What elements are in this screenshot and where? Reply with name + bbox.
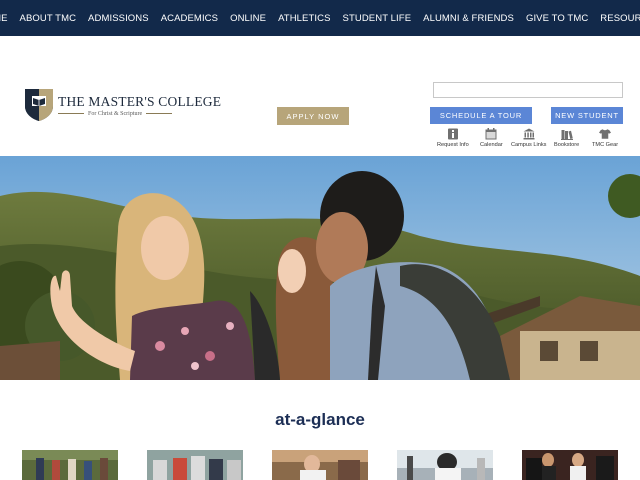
shirt-icon	[599, 128, 612, 140]
logo-rule-left	[58, 113, 84, 114]
quick-links: Request Info Calendar Campus Links Books…	[0, 128, 640, 152]
nav-resources[interactable]: RESOURCES	[594, 13, 640, 24]
logo-tagline: For Christ & Scripture	[88, 110, 143, 117]
quicklink-label: Request Info	[437, 142, 469, 148]
nav-athletics[interactable]: ATHLETICS	[272, 13, 336, 24]
main-nav: HOME ABOUT TMC ADMISSIONS ACADEMICS ONLI…	[0, 0, 640, 36]
search-input[interactable]	[433, 82, 623, 98]
books-icon	[560, 128, 573, 140]
quicklink-label: Campus Links	[511, 142, 547, 148]
glance-card-5[interactable]	[522, 450, 618, 480]
shield-icon	[25, 89, 53, 121]
glance-photo	[22, 450, 118, 480]
quicklink-label: Calendar	[480, 142, 503, 148]
glance-card-3[interactable]	[272, 450, 368, 480]
nav-online[interactable]: ONLINE	[224, 13, 272, 24]
glance-card-4[interactable]	[397, 450, 493, 480]
hero-image	[0, 156, 640, 380]
apply-now-button[interactable]: APPLY NOW	[277, 107, 349, 125]
new-student-button[interactable]: NEW STUDENT	[551, 107, 623, 124]
nav-academics[interactable]: ACADEMICS	[155, 13, 224, 24]
section-title: at-a-glance	[275, 410, 365, 429]
calendar-icon	[485, 128, 497, 140]
hero-students-photo	[0, 156, 640, 380]
quicklink-request-info[interactable]: Request Info	[437, 128, 469, 148]
schedule-tour-button[interactable]: SCHEDULE A TOUR	[430, 107, 532, 124]
logo-title: THE MASTER'S COLLEGE	[58, 93, 222, 109]
nav-about[interactable]: ABOUT TMC	[14, 13, 83, 24]
glance-card-1[interactable]	[22, 450, 118, 480]
nav-student-life[interactable]: STUDENT LIFE	[337, 13, 418, 24]
quicklink-tmc-gear[interactable]: TMC Gear	[592, 128, 618, 148]
glance-photo	[272, 450, 368, 480]
quicklink-bookstore[interactable]: Bookstore	[554, 128, 579, 148]
nav-alumni[interactable]: ALUMNI & FRIENDS	[417, 13, 520, 24]
info-icon	[447, 128, 459, 140]
nav-admissions[interactable]: ADMISSIONS	[82, 13, 155, 24]
glance-thumbnails	[0, 450, 640, 480]
glance-card-2[interactable]	[147, 450, 243, 480]
site-header: THE MASTER'S COLLEGE For Christ & Script…	[0, 36, 640, 156]
nav-home[interactable]: HOME	[0, 13, 14, 24]
building-icon	[523, 128, 535, 140]
quicklink-calendar[interactable]: Calendar	[480, 128, 503, 148]
glance-photo	[522, 450, 618, 480]
quicklink-campus-links[interactable]: Campus Links	[511, 128, 546, 148]
nav-give[interactable]: GIVE TO TMC	[520, 13, 594, 24]
college-logo[interactable]: THE MASTER'S COLLEGE For Christ & Script…	[24, 88, 221, 122]
glance-photo	[147, 450, 243, 480]
glance-photo	[397, 450, 493, 480]
logo-rule-right	[146, 113, 173, 114]
quicklink-label: TMC Gear	[592, 142, 619, 148]
quicklink-label: Bookstore	[554, 142, 580, 148]
